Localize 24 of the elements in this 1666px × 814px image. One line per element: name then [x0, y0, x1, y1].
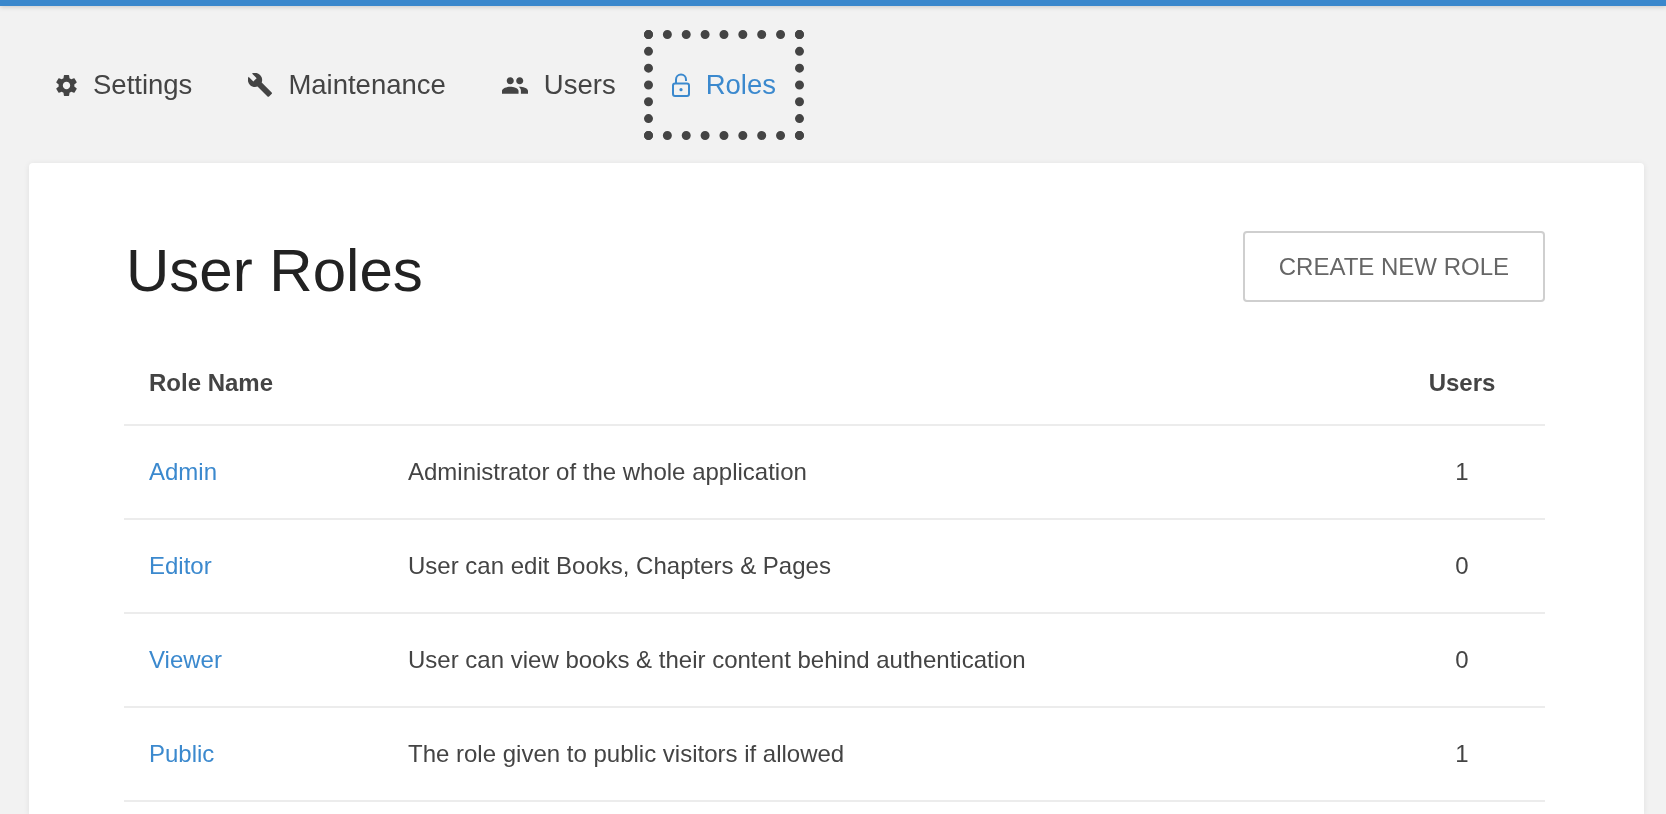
gear-icon — [56, 74, 77, 96]
role-link[interactable]: Editor — [149, 552, 212, 580]
people-icon — [501, 76, 528, 94]
create-role-button[interactable]: CREATE NEW ROLE — [1242, 231, 1545, 302]
role-description: The role given to public visitors if allowed — [408, 740, 845, 768]
role-description: User can edit Books, Chapters & Pages — [408, 552, 831, 580]
role-link[interactable]: Public — [149, 740, 215, 768]
nav-tab[interactable]: Roles — [643, 30, 804, 140]
nav-tab[interactable]: Maintenance — [220, 30, 474, 140]
role-description: Administrator of the whole application — [408, 458, 807, 486]
role-description: User can view books & their content behind authentication — [408, 646, 1026, 674]
nav-tab[interactable]: Users — [473, 30, 644, 140]
user-count: 1 — [1455, 740, 1469, 768]
column-header: Role Name — [149, 369, 274, 397]
page-title: User Roles — [126, 236, 423, 306]
role-link[interactable]: Admin — [149, 458, 218, 486]
user-count: 0 — [1455, 646, 1469, 674]
user-count: 1 — [1455, 458, 1469, 486]
role-link[interactable]: Viewer — [149, 646, 222, 674]
column-header: Users — [1428, 369, 1496, 397]
lock-icon — [671, 73, 690, 97]
user-count: 0 — [1455, 552, 1469, 580]
wrench-icon — [248, 73, 273, 97]
nav-tab[interactable]: Settings — [28, 30, 221, 140]
